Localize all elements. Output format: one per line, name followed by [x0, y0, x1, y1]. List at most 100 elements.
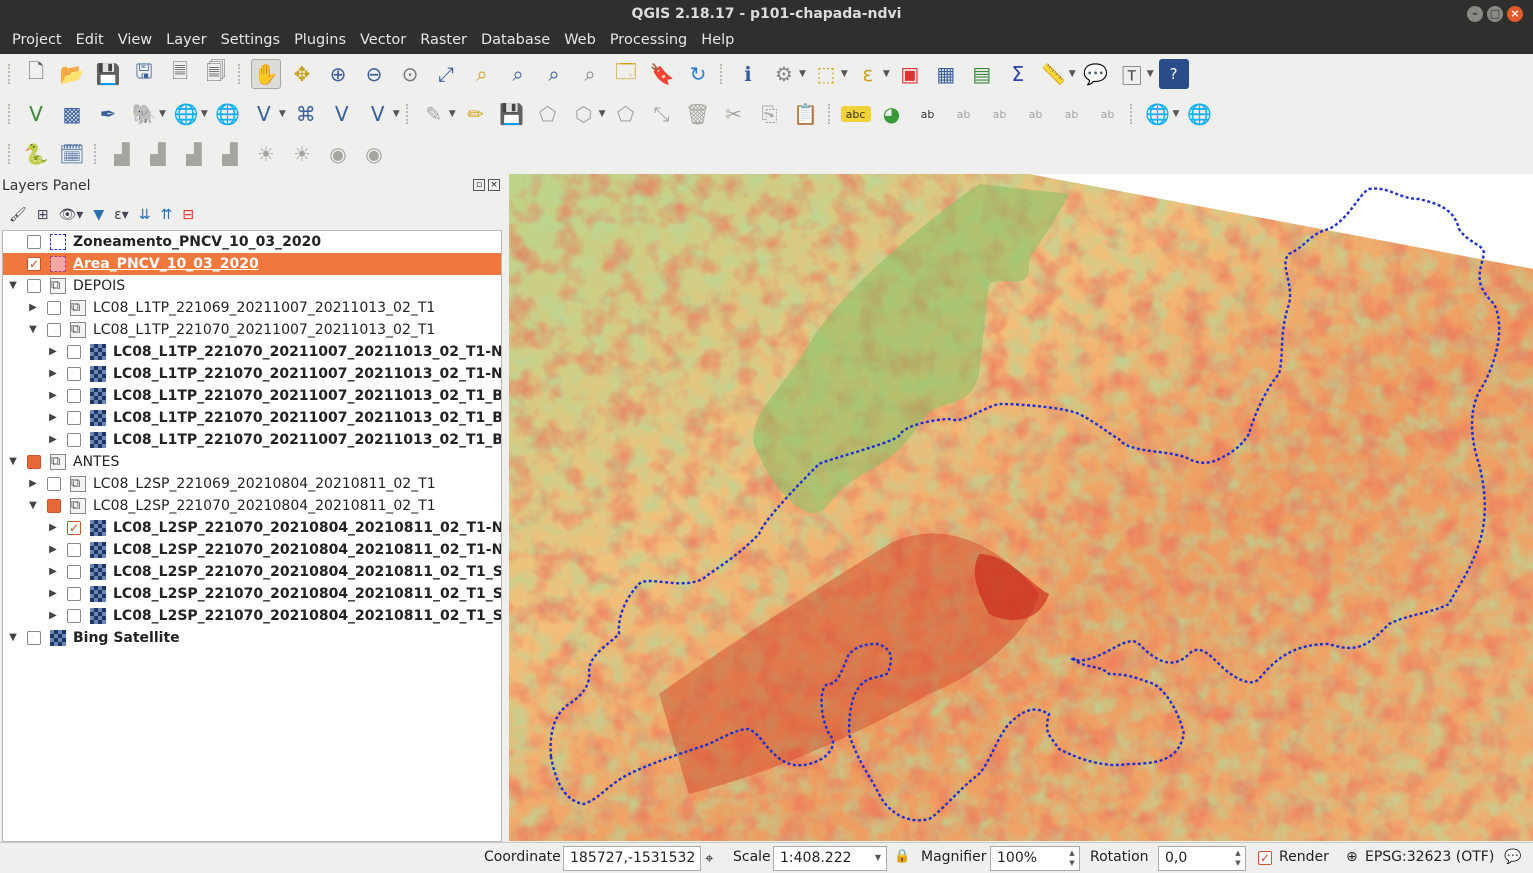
menu-vector[interactable]: Vector [353, 28, 413, 54]
layer-visibility-checkbox[interactable]: ✓ [67, 521, 81, 535]
menu-web[interactable]: Web [557, 28, 603, 54]
expand-arrow-icon[interactable]: ▶ [47, 429, 59, 451]
map-tips-icon[interactable]: 💬 [1081, 59, 1111, 89]
layer-visibility-checkbox[interactable] [47, 477, 61, 491]
spin-arrows-icon[interactable]: ▲ ▼ [1232, 848, 1244, 869]
layer-row[interactable]: ▶ LC08_L1TP_221070_20211007_20211013_02_… [3, 429, 501, 451]
pin-labels-icon[interactable]: ab [949, 99, 979, 129]
run-feature-action-icon[interactable]: ⚙ [769, 59, 799, 89]
menu-project[interactable]: Project [5, 28, 69, 54]
layer-visibility-checkbox[interactable] [47, 499, 61, 513]
show-hide-labels-icon[interactable]: ab [985, 99, 1015, 129]
raster-hillshade-icon[interactable]: ▟ [143, 139, 173, 169]
open-project-icon[interactable]: 📂 [57, 59, 87, 89]
add-virtual-layer-icon[interactable]: V [249, 99, 279, 129]
layer-visibility-checkbox[interactable] [67, 543, 81, 557]
new-project-icon[interactable]: 🗋 [21, 59, 51, 89]
layer-visibility-checkbox[interactable] [47, 323, 61, 337]
render-checkbox[interactable]: ✓ [1258, 851, 1272, 865]
layer-diagram-icon[interactable]: ◕ [877, 99, 907, 129]
add-vector-layer-icon[interactable]: V [21, 99, 51, 129]
paste-features-icon[interactable]: 📋 [791, 99, 821, 129]
new-map-view-icon[interactable]: 🗔 [611, 59, 641, 89]
collapse-all-icon[interactable]: ⇈ [160, 207, 172, 223]
new-temporary-layer-icon[interactable]: V [363, 99, 393, 129]
menu-settings[interactable]: Settings [214, 28, 287, 54]
group-row[interactable]: ▶ ⧉ LC08_L1TP_221069_20211007_20211013_0… [3, 297, 501, 319]
layer-row[interactable]: ▶ LC08_L1TP_221070_20211007_20211013_02_… [3, 385, 501, 407]
collapse-arrow-icon[interactable]: ▼ [27, 319, 39, 341]
messages-icon[interactable]: 💬 [1504, 849, 1521, 865]
select-by-expression-icon[interactable]: ε [853, 59, 883, 89]
group-row[interactable]: ▶ ⧉ LC08_L2SP_221069_20210804_20210811_0… [3, 473, 501, 495]
scale-combobox[interactable]: 1:408.222 ▼ [773, 846, 887, 871]
pan-to-selection-icon[interactable]: ✥ [287, 59, 317, 89]
layer-visibility-checkbox[interactable] [67, 433, 81, 447]
expand-arrow-icon[interactable]: ▶ [47, 407, 59, 429]
filter-legend-icon[interactable]: ▼ [93, 207, 104, 223]
menu-raster[interactable]: Raster [413, 28, 474, 54]
add-wms-layer-icon[interactable]: 🌐 [171, 99, 201, 129]
menu-processing[interactable]: Processing [603, 28, 694, 54]
layer-row[interactable]: ▶ LC08_L1TP_221070_20211007_20211013_02_… [3, 407, 501, 429]
raster-profile-icon[interactable]: ▟ [107, 139, 137, 169]
group-row[interactable]: ▼ ⧉ ANTES [3, 451, 501, 473]
expand-arrow-icon[interactable]: ▶ [27, 473, 39, 495]
lock-scale-icon[interactable]: 🔒 [894, 849, 910, 864]
layer-visibility-checkbox[interactable] [47, 301, 61, 315]
layer-visibility-checkbox[interactable] [67, 389, 81, 403]
remove-layer-icon[interactable]: ⊟ [182, 207, 194, 223]
zoom-to-selection-icon[interactable]: ⌕ [467, 59, 497, 89]
select-features-icon[interactable]: ⬚ [811, 59, 841, 89]
zoom-to-layer-icon[interactable]: ⌕ [503, 59, 533, 89]
filter-expression-icon[interactable]: ε▾ [114, 207, 129, 223]
coordinate-input[interactable]: 185727,-1531532 [563, 846, 701, 871]
text-annotation-icon[interactable]: 🅃 [1117, 59, 1147, 89]
collapse-arrow-icon[interactable]: ▼ [7, 451, 19, 473]
add-delimited-text-icon[interactable]: ✒ [93, 99, 123, 129]
quickmapservices-icon[interactable]: 🌐 [1143, 99, 1173, 129]
processing-history-icon[interactable]: 🗓 [57, 139, 87, 169]
add-group-icon[interactable]: ⊞ [37, 207, 49, 223]
style-layer-icon[interactable]: 🖌 [9, 207, 27, 223]
expand-all-icon[interactable]: ⇊ [139, 207, 151, 223]
measure-line-icon[interactable]: 📏 [1039, 59, 1069, 89]
new-gps-layer-icon[interactable]: ⌘ [291, 99, 321, 129]
layer-row[interactable]: ▶ LC08_L2SP_221070_20210804_20210811_02_… [3, 605, 501, 627]
add-feature-icon[interactable]: ⬠ [533, 99, 563, 129]
expand-arrow-icon[interactable]: ▶ [47, 385, 59, 407]
layer-visibility-checkbox[interactable] [27, 235, 41, 249]
deselect-features-icon[interactable]: ▣ [895, 59, 925, 89]
current-edits-icon[interactable]: ✎ [419, 99, 449, 129]
zoom-next-icon[interactable]: ⌕ [575, 59, 605, 89]
collapse-arrow-icon[interactable]: ▼ [27, 495, 39, 517]
close-button[interactable]: × [1507, 6, 1523, 22]
save-project-icon[interactable]: 💾 [93, 59, 123, 89]
expand-arrow-icon[interactable]: ▶ [47, 341, 59, 363]
attribute-table-icon[interactable]: ▦ [931, 59, 961, 89]
layer-visibility-checkbox[interactable] [67, 367, 81, 381]
cut-features-icon[interactable]: ✂ [719, 99, 749, 129]
expand-arrow-icon[interactable]: ▶ [47, 561, 59, 583]
layer-row[interactable]: ▶ LC08_L2SP_221070_20210804_20210811_02_… [3, 583, 501, 605]
layer-visibility-checkbox[interactable] [67, 609, 81, 623]
bookmark-icon[interactable]: 🔖 [647, 59, 677, 89]
raster-brightness-icon[interactable]: ☀ [287, 139, 317, 169]
menu-help[interactable]: Help [694, 28, 741, 54]
statistics-icon[interactable]: Σ [1003, 59, 1033, 89]
crs-status[interactable]: EPSG:32623 (OTF) [1365, 849, 1494, 865]
layer-visibility-checkbox[interactable] [67, 565, 81, 579]
field-calculator-icon[interactable]: ▤ [967, 59, 997, 89]
layer-visibility-checkbox[interactable] [67, 345, 81, 359]
crs-globe-icon[interactable]: ⊕ [1346, 849, 1358, 865]
raster-aspect-icon[interactable]: ▟ [215, 139, 245, 169]
layer-labeling-icon[interactable]: abc [840, 106, 871, 122]
layer-row[interactable]: ▶ LC08_L1TP_221070_20211007_20211013_02_… [3, 341, 501, 363]
zoom-full-icon[interactable]: ⤢ [431, 59, 461, 89]
copy-features-icon[interactable]: ⎘ [755, 99, 785, 129]
layer-visibility-checkbox[interactable] [27, 455, 41, 469]
layer-row[interactable]: ▼ Bing Satellite [3, 627, 501, 649]
float-panel-icon[interactable]: ▫ [473, 179, 485, 191]
pan-map-icon[interactable]: ✋ [251, 59, 281, 89]
add-raster-layer-icon[interactable]: ▩ [57, 99, 87, 129]
